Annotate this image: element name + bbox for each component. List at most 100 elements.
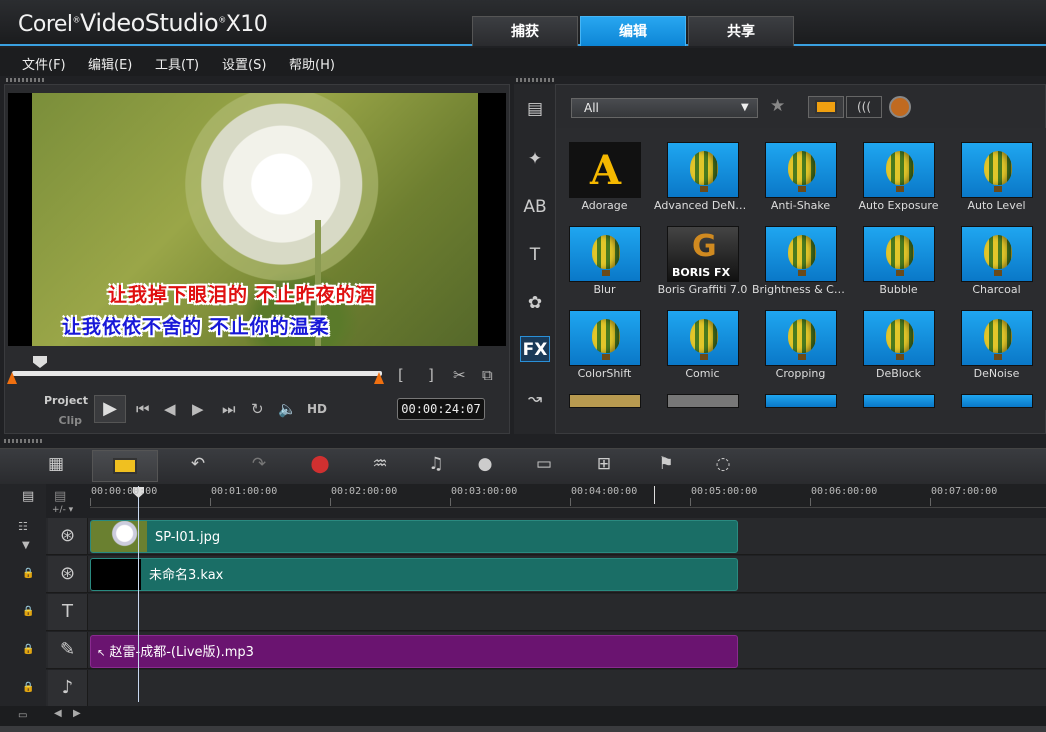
- time-remapping-icon[interactable]: ⚑: [650, 454, 682, 474]
- subtitle-editor-icon[interactable]: ▭: [528, 454, 560, 474]
- zoom-control[interactable]: +/- ▾: [52, 505, 73, 515]
- chevron-down-icon[interactable]: ▼: [741, 98, 749, 118]
- panel-grip[interactable]: [516, 78, 556, 82]
- title-track-icon[interactable]: T: [48, 594, 88, 630]
- overlay-clip[interactable]: 未命名3.kax: [90, 558, 738, 591]
- title-icon[interactable]: T: [520, 242, 550, 268]
- effect-thumbnail[interactable]: [569, 394, 641, 408]
- tab-share[interactable]: 共享: [688, 16, 794, 46]
- scroll-right-icon[interactable]: ▶: [73, 708, 81, 719]
- effect-thumbnail[interactable]: [961, 226, 1033, 282]
- transition-icon[interactable]: AB: [520, 194, 550, 220]
- timeline-view-toggle-icon[interactable]: ▤: [22, 489, 34, 504]
- track-manager-icon[interactable]: ☷: [18, 520, 28, 533]
- motion-tracking-icon[interactable]: ●: [469, 454, 501, 474]
- timeline-view-icon[interactable]: ▦: [40, 454, 72, 474]
- ruler-tick: [90, 498, 91, 506]
- overlay-track-icon[interactable]: ⊛: [48, 556, 88, 592]
- effect-thumbnail[interactable]: [961, 142, 1033, 198]
- graphic-icon[interactable]: ✿: [520, 290, 550, 316]
- show-video-filters-button[interactable]: [808, 96, 844, 118]
- play-button[interactable]: ▶: [94, 395, 126, 423]
- menu-edit[interactable]: 编辑(E): [88, 54, 132, 73]
- previous-frame-icon[interactable]: ◀: [164, 400, 176, 418]
- storyboard-view-button[interactable]: [92, 450, 158, 482]
- path-icon[interactable]: ↝: [520, 386, 550, 412]
- get-more-icon[interactable]: [889, 96, 911, 118]
- storyboard-toggle-icon[interactable]: ▤: [54, 489, 66, 504]
- filter-fx-icon[interactable]: FX: [520, 336, 550, 362]
- undo-icon[interactable]: ↶: [182, 454, 214, 474]
- redo-icon[interactable]: ↷: [243, 454, 275, 474]
- menu-help[interactable]: 帮助(H): [289, 54, 335, 73]
- lock-icon[interactable]: 🔒: [22, 644, 34, 655]
- overlay-clip-label: 未命名3.kax: [149, 568, 224, 583]
- panel-grip[interactable]: [6, 78, 46, 82]
- mark-in-icon[interactable]: [: [398, 366, 404, 384]
- media-icon[interactable]: ▤: [520, 96, 550, 122]
- video-track-icon[interactable]: ⊛: [48, 518, 88, 554]
- tab-capture[interactable]: 捕获: [472, 16, 578, 46]
- ruler-label: 00:06:00:00: [811, 486, 878, 497]
- multi-camera-icon[interactable]: ⊞: [588, 454, 620, 474]
- record-capture-icon[interactable]: ⬤: [304, 454, 336, 474]
- effect-thumbnail[interactable]: [765, 226, 837, 282]
- mode-clip[interactable]: Clip: [44, 411, 83, 431]
- end-icon[interactable]: ⏭: [222, 400, 236, 418]
- film-icon: [815, 100, 837, 114]
- menu-file[interactable]: 文件(F): [22, 54, 66, 73]
- panel-grip[interactable]: [4, 439, 44, 443]
- playhead-line[interactable]: [138, 486, 139, 702]
- hd-preview-button[interactable]: HD: [307, 402, 327, 416]
- effect-thumbnail[interactable]: [863, 226, 935, 282]
- chevron-down-icon[interactable]: ▼: [22, 540, 30, 551]
- effect-thumbnail[interactable]: [961, 394, 1033, 408]
- filter-dropdown[interactable]: All: [571, 98, 758, 118]
- audio-clip[interactable]: ↖ 赵雷-成都-(Live版).mp3: [90, 635, 738, 668]
- menu-tools[interactable]: 工具(T): [155, 54, 199, 73]
- sound-mixer-icon[interactable]: ♒: [364, 454, 396, 474]
- boris-logo-icon: G: [692, 229, 717, 264]
- effect-thumbnail[interactable]: [863, 394, 935, 408]
- music-track-icon[interactable]: ♪: [48, 670, 88, 706]
- timecode-field[interactable]: 00:00:24:07: [397, 398, 485, 420]
- scrub-bar[interactable]: [12, 371, 382, 376]
- mask-creator-icon[interactable]: ◌: [707, 454, 739, 474]
- next-frame-icon[interactable]: ▶: [192, 400, 204, 418]
- repeat-icon[interactable]: ↻: [251, 400, 264, 418]
- mark-out-icon[interactable]: ]: [428, 366, 434, 384]
- effect-thumbnail[interactable]: [569, 226, 641, 282]
- lock-icon[interactable]: 🔒: [22, 606, 34, 617]
- mode-project[interactable]: Project: [44, 391, 88, 411]
- effect-thumbnail[interactable]: G BORIS FX: [667, 226, 739, 282]
- effect-thumbnail[interactable]: A: [569, 142, 641, 198]
- menu-settings[interactable]: 设置(S): [222, 54, 266, 73]
- lock-icon[interactable]: 🔒: [22, 682, 34, 693]
- lock-icon[interactable]: 🔒: [22, 568, 34, 579]
- auto-music-icon[interactable]: ♫: [420, 454, 452, 474]
- video-clip[interactable]: SP-I01.jpg: [90, 520, 738, 553]
- fit-timeline-icon[interactable]: ▭: [18, 710, 27, 721]
- effect-thumbnail[interactable]: [863, 142, 935, 198]
- effect-thumbnail[interactable]: [667, 394, 739, 408]
- volume-icon[interactable]: 🔈: [278, 400, 297, 418]
- play-mode-switch[interactable]: Project Clip: [44, 391, 88, 431]
- effect-label: Auto Exposure: [858, 199, 939, 212]
- add-favorite-icon[interactable]: ★: [770, 96, 785, 116]
- instant-project-icon[interactable]: ✦: [520, 146, 550, 172]
- scissors-icon[interactable]: ✂: [453, 366, 466, 384]
- home-icon[interactable]: ⏮: [136, 400, 150, 418]
- effect-thumbnail[interactable]: [961, 310, 1033, 366]
- effect-thumbnail[interactable]: [667, 310, 739, 366]
- tab-edit[interactable]: 编辑: [580, 16, 686, 46]
- audio-filters-icon[interactable]: (((: [846, 96, 882, 118]
- effect-thumbnail[interactable]: [569, 310, 641, 366]
- effect-thumbnail[interactable]: [667, 142, 739, 198]
- voice-track-icon[interactable]: ✎: [48, 632, 88, 668]
- scroll-left-icon[interactable]: ◀: [54, 708, 62, 719]
- effect-thumbnail[interactable]: [765, 394, 837, 408]
- effect-thumbnail[interactable]: [765, 310, 837, 366]
- effect-thumbnail[interactable]: [765, 142, 837, 198]
- effect-thumbnail[interactable]: [863, 310, 935, 366]
- enlarge-icon[interactable]: ⧉: [482, 366, 493, 384]
